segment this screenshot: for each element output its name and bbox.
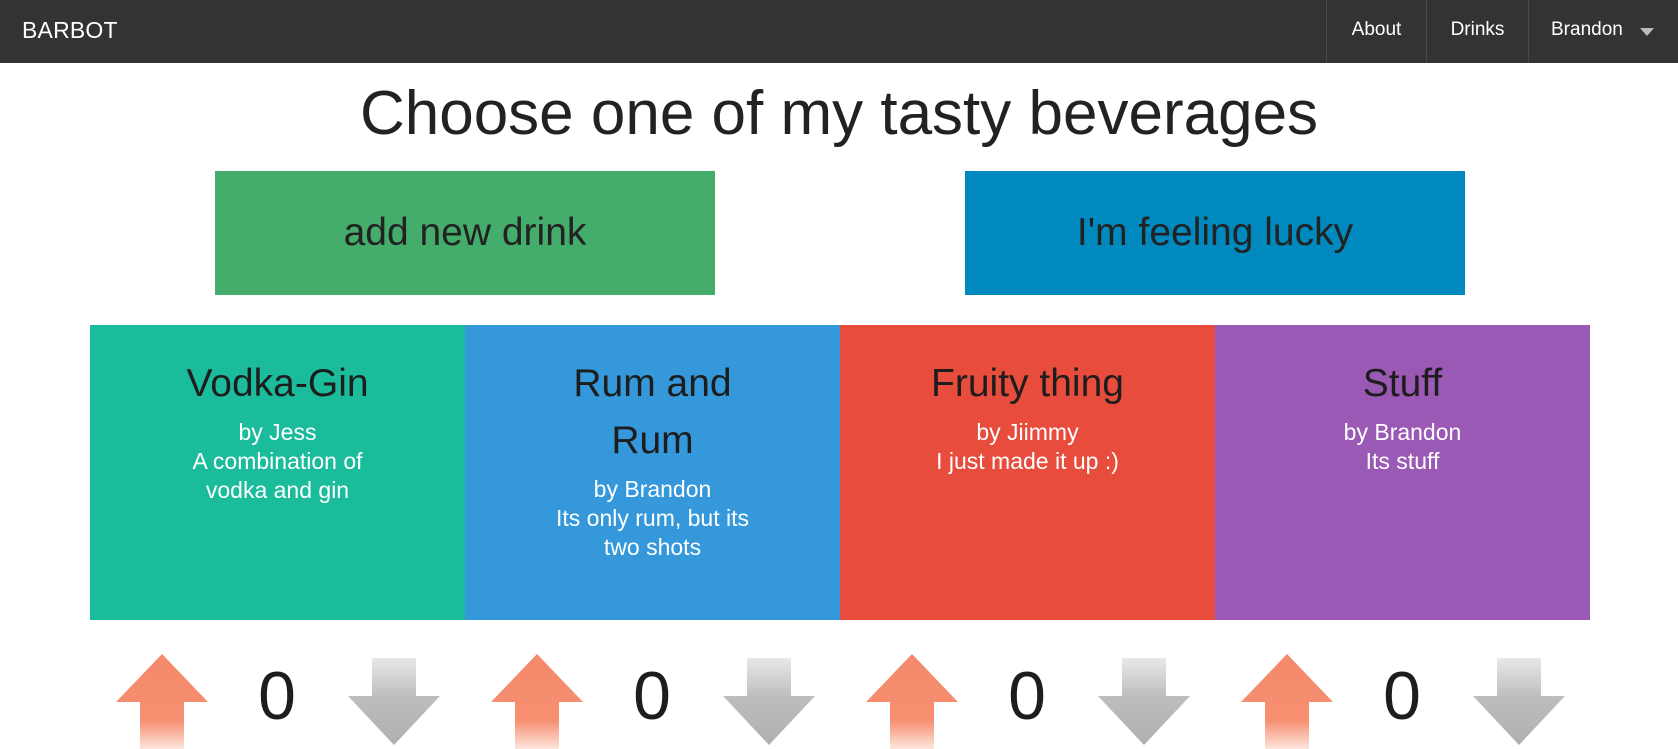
downvote-arrow-icon[interactable]	[1471, 650, 1567, 749]
drink-description: A combination of vodka and gin	[192, 448, 363, 503]
drink-description: I just made it up :)	[936, 448, 1119, 474]
vote-count: 0	[1008, 658, 1046, 734]
vote-row: 0	[465, 650, 840, 749]
drink-author: by Jess	[238, 419, 317, 445]
page-title: Choose one of my tasty beverages	[359, 79, 1319, 148]
vote-count: 0	[1383, 658, 1421, 734]
drink-description: Its stuff	[1365, 448, 1440, 474]
user-menu[interactable]: Brandon	[1528, 0, 1678, 63]
feeling-lucky-button[interactable]: I'm feeling lucky	[965, 171, 1465, 295]
drink-card[interactable]: Vodka-Gin by Jess A combination of vodka…	[90, 325, 465, 620]
vote-row: 0	[840, 650, 1215, 749]
upvote-arrow-icon[interactable]	[1239, 650, 1335, 749]
navbar: BARBOT About Drinks Brandon	[0, 0, 1678, 63]
drink-name: Vodka-Gin	[186, 362, 369, 405]
drink-description: Its only rum, but its two shots	[555, 505, 749, 560]
vote-count: 0	[633, 658, 671, 734]
drink-author: by Jiimmy	[976, 419, 1079, 445]
downvote-arrow-icon[interactable]	[346, 650, 442, 749]
upvote-arrow-icon[interactable]	[489, 650, 585, 749]
drink-card[interactable]: Rum and Rum by Brandon Its only rum, but…	[465, 325, 840, 620]
upvote-arrow-icon[interactable]	[114, 650, 210, 749]
drink-name: Stuff	[1362, 362, 1443, 405]
add-drink-button[interactable]: add new drink	[215, 171, 715, 295]
upvote-arrow-icon[interactable]	[864, 650, 960, 749]
drink-card[interactable]: Stuff by Brandon Its stuff	[1215, 325, 1590, 620]
brand-logo[interactable]: BARBOT	[22, 0, 118, 63]
downvote-arrow-icon[interactable]	[1096, 650, 1192, 749]
drink-name: Fruity thing	[931, 362, 1124, 405]
downvote-arrow-icon[interactable]	[721, 650, 817, 749]
drink-card[interactable]: Fruity thing by Jiimmy I just made it up…	[840, 325, 1215, 620]
user-menu-label: Brandon	[1551, 19, 1623, 40]
drink-author: by Brandon	[593, 476, 712, 502]
vote-row: 0	[90, 650, 465, 749]
vote-count: 0	[258, 658, 296, 734]
vote-row: 0	[1215, 650, 1590, 749]
drink-name: Rum and Rum	[573, 362, 732, 462]
nav-drinks[interactable]: Drinks	[1426, 0, 1528, 63]
nav-about[interactable]: About	[1326, 0, 1426, 63]
caret-down-icon	[1640, 28, 1654, 36]
drink-author: by Brandon	[1343, 419, 1462, 445]
